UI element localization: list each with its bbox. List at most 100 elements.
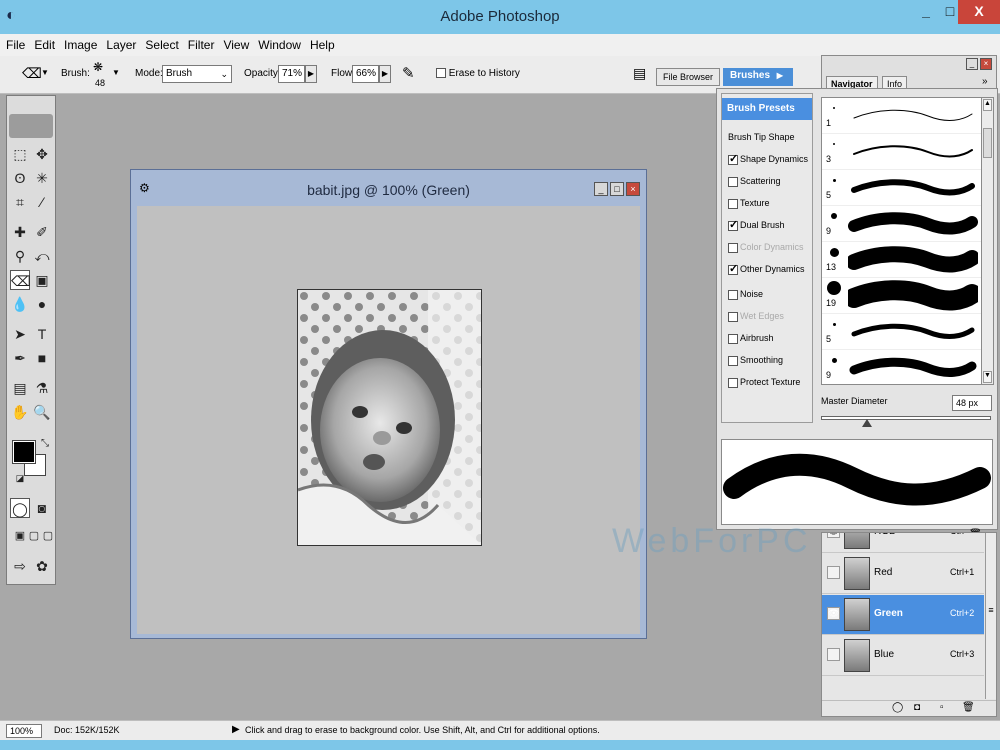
brush-picker-chevron-icon[interactable]: ▼ bbox=[112, 68, 120, 77]
pen-tool-icon[interactable]: ✒ bbox=[10, 348, 30, 368]
quick-mask-mode-icon[interactable]: ◙ bbox=[32, 498, 52, 518]
menu-help[interactable]: Help bbox=[310, 38, 335, 52]
opacity-input[interactable]: 71% bbox=[278, 65, 305, 83]
document-size-info[interactable]: Doc: 152K/152K bbox=[54, 725, 120, 735]
panel-menu-arrow-icon[interactable]: » bbox=[982, 76, 988, 87]
adobe-feather-logo[interactable] bbox=[9, 114, 53, 138]
brush-setting-checkbox[interactable] bbox=[728, 152, 738, 165]
brush-setting-item[interactable]: Noise bbox=[728, 289, 763, 300]
eyedropper-tool-icon[interactable]: ⚗ bbox=[32, 378, 52, 398]
brushes-menu-arrow-icon[interactable]: ▶ bbox=[777, 71, 783, 80]
brush-setting-checkbox[interactable] bbox=[728, 355, 738, 366]
hand-tool-icon[interactable]: ✋ bbox=[10, 402, 30, 422]
brush-tip-icon[interactable]: ❋ bbox=[93, 60, 103, 74]
channels-scrollbar[interactable]: ≡ bbox=[985, 533, 996, 699]
magic-wand-tool-icon[interactable]: ✳ bbox=[32, 168, 52, 188]
visibility-eye-icon[interactable] bbox=[827, 648, 840, 661]
brush-setting-checkbox[interactable] bbox=[728, 333, 738, 344]
delete-channel-icon[interactable]: 🗑 bbox=[962, 702, 975, 713]
brush-setting-item[interactable]: Wet Edges bbox=[728, 311, 784, 322]
brush-setting-item[interactable]: Shape Dynamics bbox=[728, 152, 808, 165]
visibility-eye-icon[interactable]: 👁 bbox=[827, 533, 840, 538]
scroll-grip-icon[interactable]: ≡ bbox=[986, 605, 996, 623]
tab-file-browser[interactable]: File Browser bbox=[656, 68, 720, 86]
erase-to-history-option[interactable]: Erase to History bbox=[436, 68, 520, 79]
menu-layer[interactable]: Layer bbox=[106, 38, 136, 52]
menu-select[interactable]: Select bbox=[145, 38, 178, 52]
dodge-tool-icon[interactable]: ● bbox=[32, 294, 52, 314]
default-colors-icon[interactable]: ◪ bbox=[10, 468, 30, 488]
brush-setting-item[interactable]: Protect Texture bbox=[728, 377, 800, 388]
channel-row[interactable]: Red Ctrl+1 bbox=[822, 554, 984, 594]
shape-tool-icon[interactable]: ■ bbox=[32, 348, 52, 368]
brush-setting-item[interactable]: Other Dynamics bbox=[728, 262, 805, 275]
lasso-tool-icon[interactable]: ʘ bbox=[10, 168, 30, 188]
eraser-tool-icon[interactable]: ⌫ bbox=[10, 270, 31, 290]
brush-preset-row[interactable]: 9 bbox=[822, 350, 982, 384]
erase-to-history-checkbox[interactable] bbox=[436, 68, 446, 79]
brush-setting-checkbox[interactable] bbox=[728, 198, 738, 209]
brush-preset-row[interactable]: 9 bbox=[822, 206, 982, 242]
document-minimize-button[interactable]: _ bbox=[594, 182, 608, 196]
tab-brushes[interactable]: Brushes ▶ bbox=[723, 68, 793, 86]
chevron-down-icon[interactable]: ▼ bbox=[41, 68, 49, 77]
master-diameter-input[interactable]: 48 px bbox=[952, 395, 992, 411]
gradient-tool-icon[interactable]: ▣ bbox=[32, 270, 52, 290]
channel-row[interactable]: 👁 Green Ctrl+2 bbox=[822, 595, 984, 635]
document-close-button[interactable]: × bbox=[626, 182, 640, 196]
brush-setting-item[interactable]: Scattering bbox=[728, 176, 781, 187]
blur-tool-icon[interactable]: 💧 bbox=[10, 294, 30, 314]
opacity-slider-arrow-icon[interactable]: ▶ bbox=[305, 65, 317, 83]
menu-edit[interactable]: Edit bbox=[34, 38, 55, 52]
brush-setting-checkbox[interactable] bbox=[728, 262, 738, 275]
scroll-down-arrow-icon[interactable]: ▼ bbox=[983, 371, 992, 383]
close-button[interactable]: X bbox=[958, 0, 1000, 24]
slice-tool-icon[interactable]: ⁄ bbox=[32, 192, 52, 212]
channel-row[interactable]: 👁 RGB Ctrl+~ bbox=[822, 533, 984, 553]
brush-presets-scrollbar[interactable]: ▲ ▼ bbox=[981, 97, 994, 385]
visibility-eye-icon[interactable]: 👁 bbox=[827, 607, 840, 620]
eraser-tool-preset-icon[interactable]: ⌫ bbox=[22, 65, 42, 82]
move-tool-icon[interactable]: ✥ bbox=[32, 144, 52, 164]
brush-preset-row[interactable]: 19 bbox=[822, 278, 982, 314]
brush-setting-item[interactable]: Texture bbox=[728, 198, 770, 209]
master-diameter-slider-thumb[interactable] bbox=[862, 419, 872, 427]
visibility-eye-icon[interactable] bbox=[827, 566, 840, 579]
brush-setting-item[interactable]: Smoothing bbox=[728, 355, 783, 366]
brush-setting-item[interactable]: Color Dynamics bbox=[728, 242, 804, 253]
document-maximize-button[interactable]: □ bbox=[610, 182, 624, 196]
brush-setting-checkbox[interactable] bbox=[728, 176, 738, 187]
airbrush-icon[interactable]: ✎ bbox=[402, 64, 415, 82]
save-selection-icon[interactable]: ◘ bbox=[914, 702, 920, 713]
navigator-minimize-button[interactable]: _ bbox=[966, 58, 978, 70]
document-canvas[interactable] bbox=[137, 206, 640, 634]
notes-tool-icon[interactable]: ▤ bbox=[10, 378, 30, 398]
clone-stamp-tool-icon[interactable]: ⚲ bbox=[10, 246, 30, 266]
flow-slider-arrow-icon[interactable]: ▶ bbox=[379, 65, 391, 83]
marquee-tool-icon[interactable]: ⬚ bbox=[10, 144, 30, 164]
brush-setting-checkbox[interactable] bbox=[728, 289, 738, 300]
brush-presets-list[interactable]: 1 3 5 9 13 19 5 9 bbox=[821, 97, 983, 385]
menu-filter[interactable]: Filter bbox=[188, 38, 215, 52]
new-channel-icon[interactable]: ▫ bbox=[940, 702, 944, 713]
standard-mode-icon[interactable]: ◯ bbox=[10, 498, 30, 518]
status-menu-arrow-icon[interactable]: ▶ bbox=[232, 724, 240, 735]
zoom-level-field[interactable]: 100% bbox=[6, 724, 42, 738]
brush-setting-checkbox[interactable] bbox=[728, 377, 738, 388]
brush-setting-checkbox[interactable] bbox=[728, 242, 738, 253]
master-diameter-slider[interactable] bbox=[821, 416, 991, 427]
crop-tool-icon[interactable]: ⌗ bbox=[10, 192, 30, 212]
flow-input[interactable]: 66% bbox=[352, 65, 379, 83]
navigator-close-button[interactable]: × bbox=[980, 58, 992, 70]
brush-preset-row[interactable]: 3 bbox=[822, 134, 982, 170]
brush-setting-checkbox[interactable] bbox=[728, 311, 738, 322]
history-brush-tool-icon[interactable]: ⤺ bbox=[32, 246, 52, 266]
brush-preset-row[interactable]: 5 bbox=[822, 170, 982, 206]
screen-mode-full-icon[interactable]: ▢ bbox=[38, 526, 58, 546]
menu-window[interactable]: Window bbox=[258, 38, 301, 52]
swap-colors-icon[interactable]: ⤡ bbox=[35, 434, 55, 454]
palette-well-icon[interactable]: ▤ bbox=[633, 65, 646, 82]
mode-select[interactable]: Brush ⌄ bbox=[162, 65, 232, 83]
type-tool-icon[interactable]: T bbox=[32, 324, 52, 344]
brush-preset-row[interactable]: 5 bbox=[822, 314, 982, 350]
